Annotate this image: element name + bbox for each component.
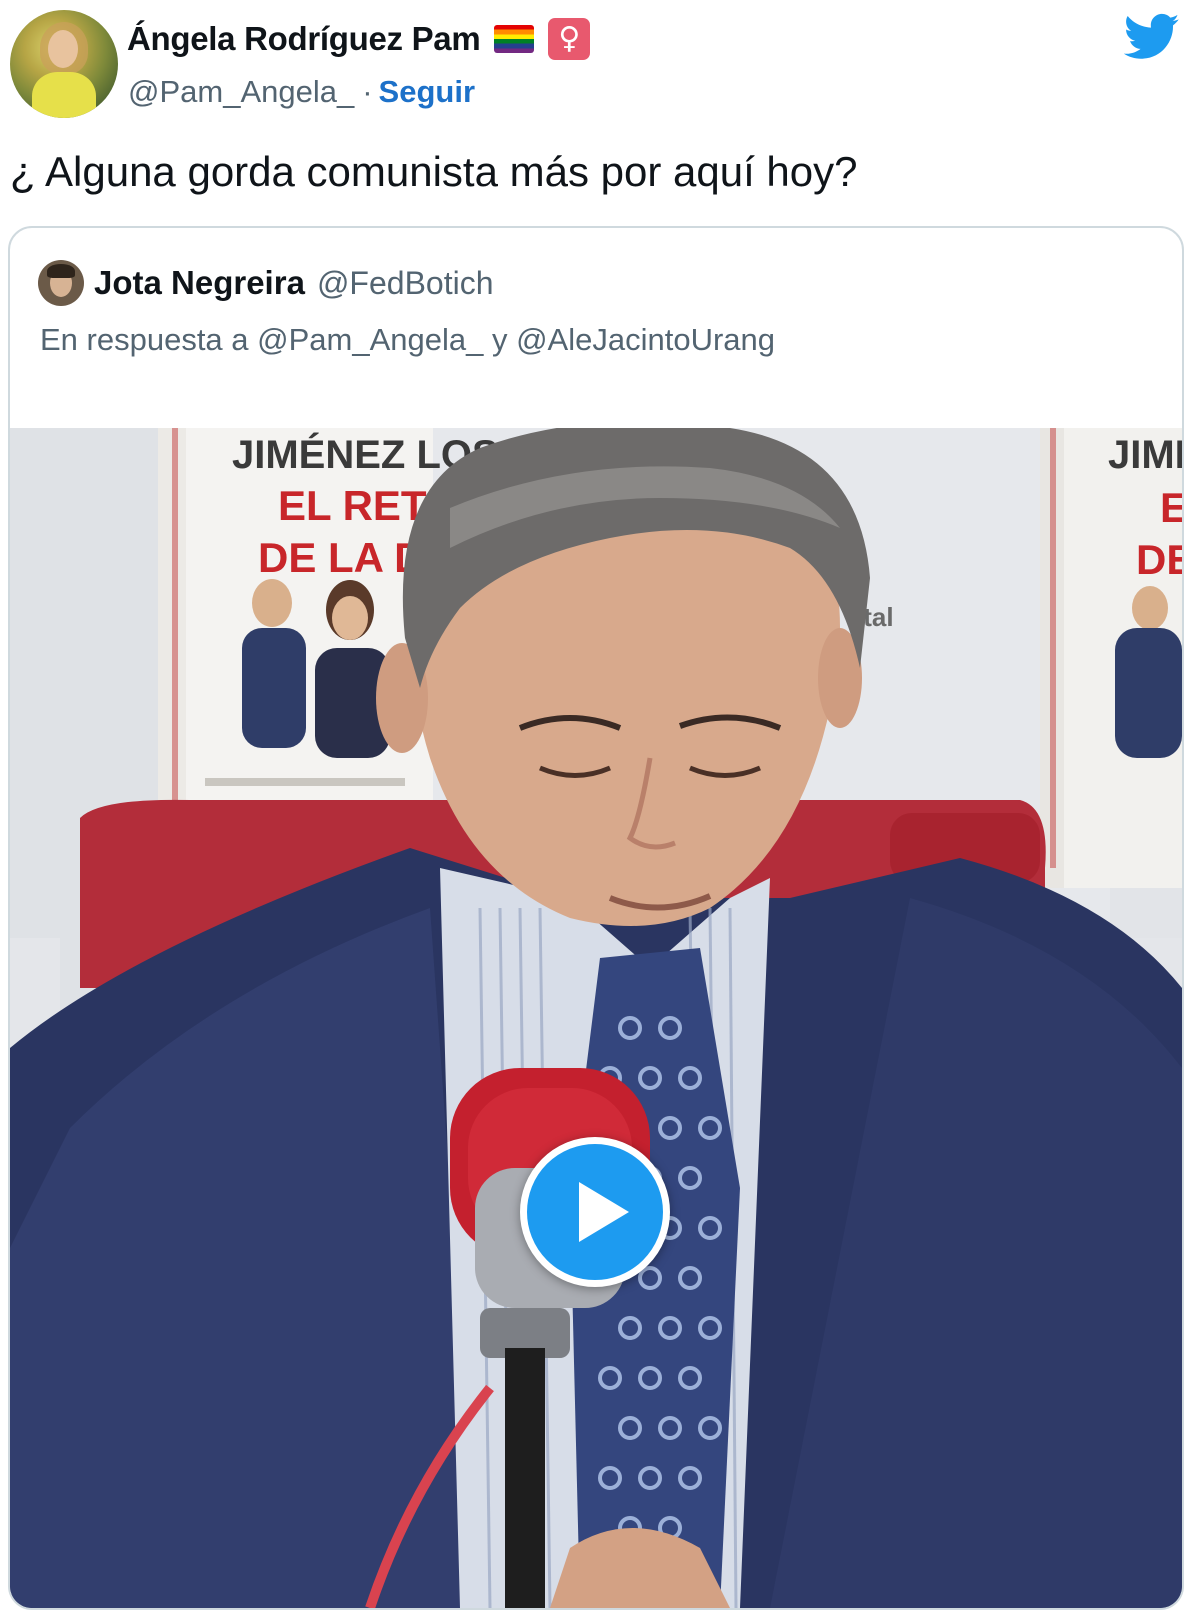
quoted-tweet-header: Jota Negreira @FedBotich xyxy=(38,258,494,308)
author-handle-row: @Pam_Angela_ · Seguir xyxy=(128,70,475,114)
author-handle[interactable]: @Pam_Angela_ xyxy=(128,74,354,110)
author-display-name[interactable]: Ángela Rodríguez Pam xyxy=(127,20,481,58)
female-sign-icon: ♀ xyxy=(548,18,591,60)
quoted-author-name[interactable]: Jota Negreira xyxy=(94,264,305,302)
tweet-header: Ángela Rodríguez Pam ♀ @Pam_Angela_ · Se… xyxy=(0,0,1200,125)
author-name-row: Ángela Rodríguez Pam ♀ xyxy=(127,16,591,62)
handle-separator: · xyxy=(362,74,373,109)
quoted-author-handle[interactable]: @FedBotich xyxy=(317,265,494,302)
reply-context: En respuesta a @Pam_Angela_ y @AleJacint… xyxy=(40,322,776,357)
video-player[interactable]: JIMÉNEZ LOSANTO EL RETORNO DE LA DERECHA… xyxy=(10,428,1182,1608)
play-button[interactable] xyxy=(520,1137,670,1287)
video-thumbnail: JIMÉNEZ LOSANTO EL RETORNO DE LA DERECHA… xyxy=(10,428,1182,1608)
author-avatar[interactable] xyxy=(10,10,118,118)
quoted-tweet-card[interactable]: Jota Negreira @FedBotich En respuesta a … xyxy=(8,226,1184,1610)
rainbow-flag-icon xyxy=(494,25,535,53)
tweet-text: ¿ Alguna gorda comunista más por aquí ho… xyxy=(10,148,858,195)
play-icon xyxy=(579,1182,629,1242)
quoted-author-avatar[interactable] xyxy=(38,260,84,306)
right-book-title2: DE L xyxy=(1136,536,1182,583)
follow-button[interactable]: Seguir xyxy=(379,74,475,110)
right-book-title1: EL xyxy=(1160,484,1182,531)
twitter-bird-icon[interactable] xyxy=(1124,12,1180,62)
right-book-author: JIMÉN xyxy=(1108,432,1182,477)
